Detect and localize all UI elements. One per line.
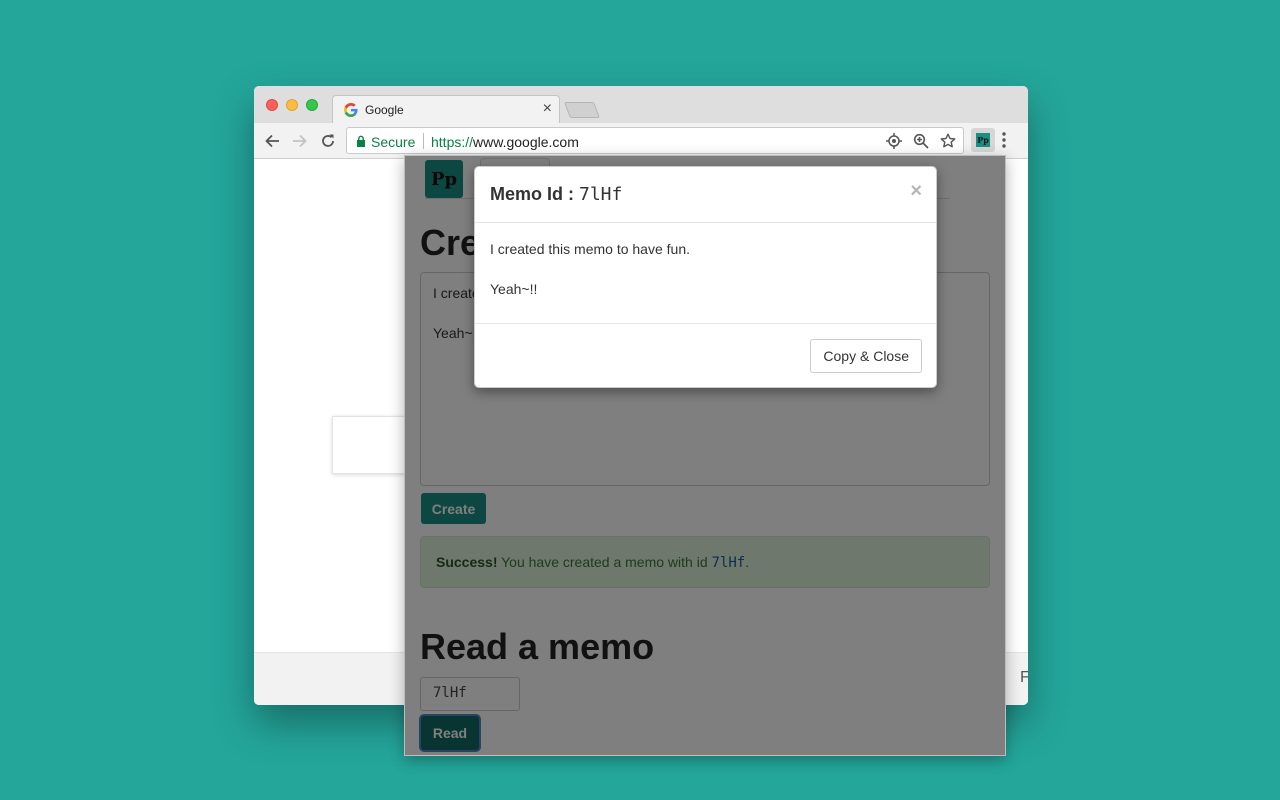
tab-title: Google	[365, 103, 404, 117]
more-vert-icon[interactable]	[1002, 132, 1006, 148]
copy-close-button[interactable]: Copy & Close	[810, 339, 922, 373]
close-window-button[interactable]	[266, 99, 278, 111]
tab-google[interactable]: Google ×	[332, 95, 560, 124]
secure-label: Secure	[371, 134, 416, 150]
zoom-window-button[interactable]	[306, 99, 318, 111]
google-favicon-icon	[344, 103, 358, 117]
back-arrow-icon[interactable]	[261, 130, 283, 152]
omnibox-divider	[423, 133, 424, 149]
minimize-window-button[interactable]	[286, 99, 298, 111]
close-icon[interactable]: ×	[910, 181, 922, 201]
modal-memo-id: 7lHf	[579, 184, 623, 205]
modal-header: Memo Id : 7lHf ×	[475, 167, 936, 223]
page-search-box[interactable]	[332, 416, 412, 474]
memo-content: I created this memo to have fun. Yeah~!!	[490, 241, 690, 297]
title-bar: Google ×	[254, 86, 1028, 124]
address-bar[interactable]: Secure https://www.google.com	[346, 127, 964, 154]
reload-icon[interactable]	[317, 130, 339, 152]
tab-close-icon[interactable]: ×	[543, 100, 552, 118]
lock-icon	[357, 135, 365, 147]
forward-arrow-icon[interactable]	[289, 130, 311, 152]
new-tab-button[interactable]	[564, 102, 600, 118]
extension-popup: Pp Cre I create Yeah~! Create Success! Y…	[404, 155, 1006, 756]
extension-button[interactable]: Pp	[971, 128, 995, 152]
footer-text: F	[1020, 669, 1028, 686]
modal-footer: Copy & Close	[475, 323, 936, 387]
url-text: https://www.google.com	[431, 134, 579, 150]
star-icon[interactable]	[940, 133, 956, 149]
zoom-icon[interactable]	[913, 133, 929, 149]
location-target-icon[interactable]	[886, 133, 902, 149]
memo-modal: Memo Id : 7lHf × I created this memo to …	[474, 166, 937, 388]
modal-title: Memo Id : 7lHf	[490, 184, 623, 205]
browser-toolbar: Secure https://www.google.com Pp	[254, 123, 1028, 159]
extension-logo-icon: Pp	[976, 133, 990, 147]
